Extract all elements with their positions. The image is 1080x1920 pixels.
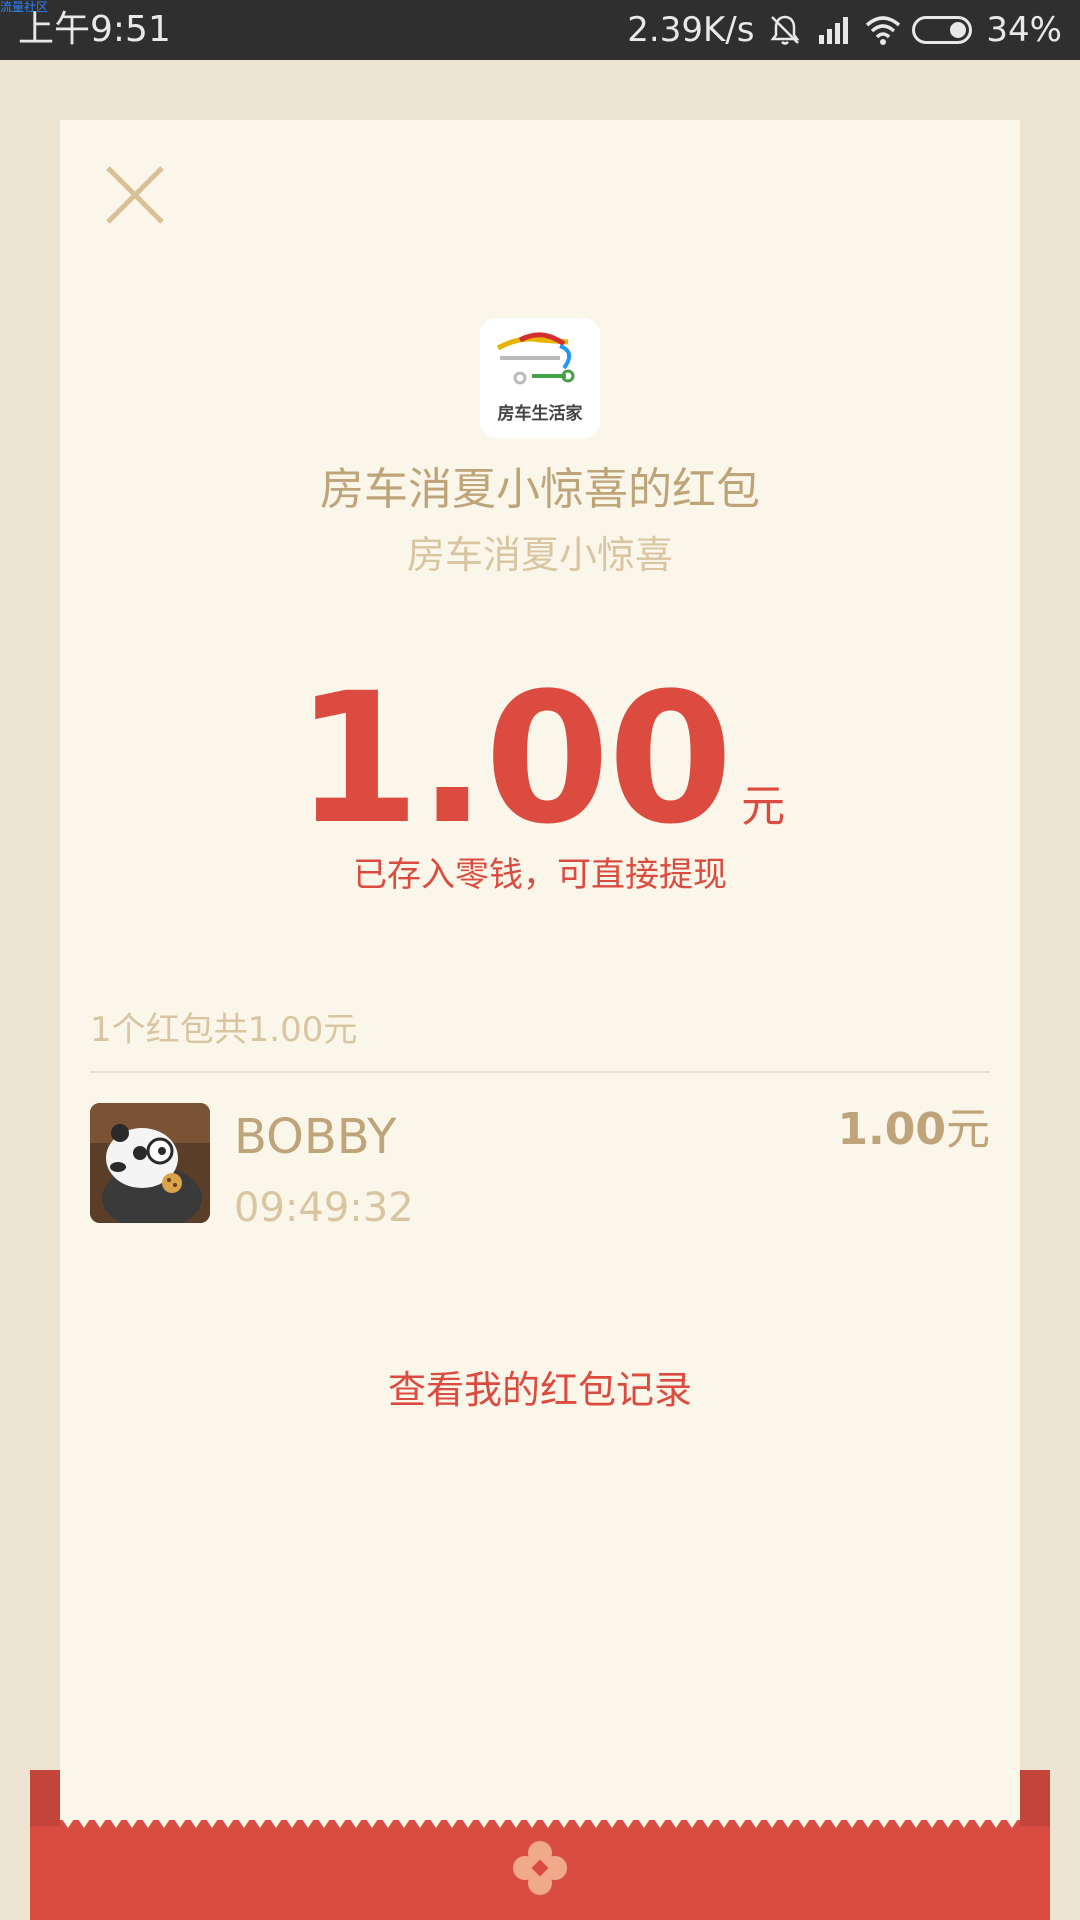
close-icon <box>106 166 164 224</box>
flower-icon <box>513 1841 567 1895</box>
avatar[interactable] <box>90 1103 210 1223</box>
sender-name: BOBBY <box>234 1109 397 1165</box>
amount-unit: 元 <box>741 781 786 832</box>
pocket-side-left <box>30 1770 60 1826</box>
record-amount-value: 1.00 <box>837 1104 946 1155</box>
red-packet-detail-card: 房车生活家 房车消夏小惊喜的红包 房车消夏小惊喜 1.00 元 已存入零钱，可直接… <box>60 120 1020 1820</box>
logo-label: 房车生活家 <box>497 404 583 424</box>
net-speed: 2.39K/s <box>627 10 755 50</box>
stored-message: 已存入零钱，可直接提现 <box>353 855 727 895</box>
amount-value: 1.00 <box>294 655 733 864</box>
status-bar: 流量社区 上午9:51 2.39K/s 34% <box>0 0 1080 60</box>
packet-subtitle: 房车消夏小惊喜 <box>406 533 673 577</box>
battery-icon <box>912 16 973 44</box>
card-zigzag-edge <box>60 1816 1020 1828</box>
packet-title: 房车消夏小惊喜的红包 <box>320 464 760 515</box>
record-amount: 1.00元 <box>837 1100 990 1160</box>
receive-time: 09:49:32 <box>234 1185 414 1231</box>
divider <box>90 1071 990 1073</box>
view-history-link[interactable]: 查看我的红包记录 <box>60 1360 1020 1420</box>
close-button[interactable] <box>100 160 170 230</box>
signal-icon <box>816 13 850 47</box>
pocket-side-right <box>1020 1770 1050 1826</box>
record-amount-unit: 元 <box>946 1104 990 1155</box>
rv-logo-icon <box>496 332 575 385</box>
status-time: 上午9:51 <box>18 9 171 50</box>
wifi-icon <box>864 13 901 47</box>
sender-logo: 房车生活家 <box>480 318 600 438</box>
battery-percent: 34% <box>986 10 1062 50</box>
status-right: 2.39K/s 34% <box>627 10 1062 50</box>
bell-muted-icon <box>768 13 802 47</box>
amount-display: 1.00 元 <box>60 660 1020 860</box>
panda-avatar-icon <box>90 1103 210 1223</box>
packet-summary: 1个红包共1.00元 <box>90 1010 358 1050</box>
